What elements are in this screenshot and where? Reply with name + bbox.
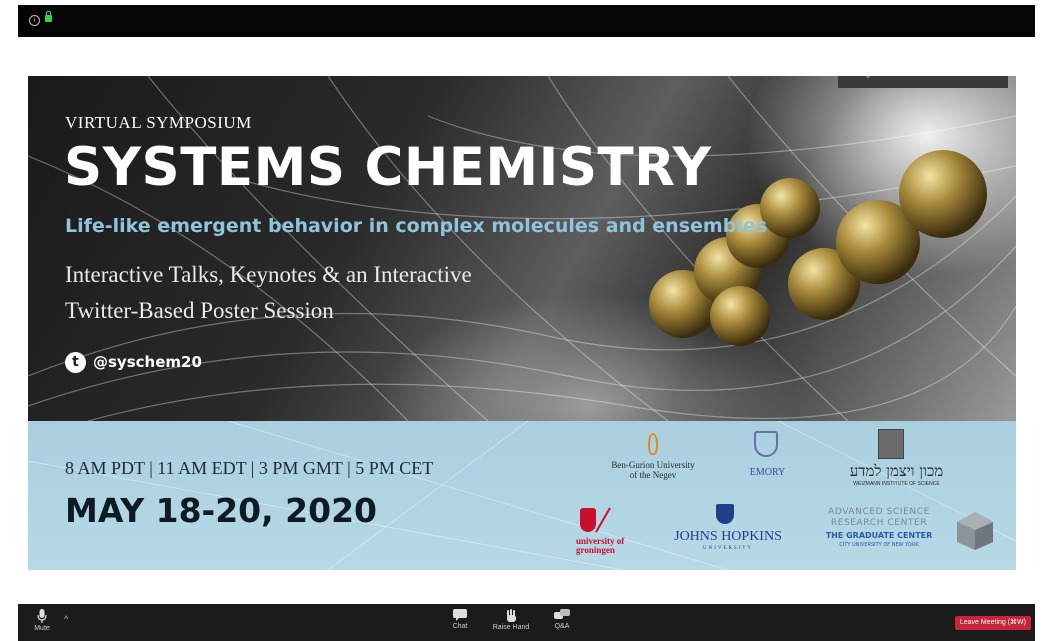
- event-times: 8 AM PDT | 11 AM EDT | 3 PM GMT | 5 PM C…: [65, 458, 434, 478]
- groningen-crest-icon: [580, 508, 596, 532]
- event-dates: MAY 18-20, 2020: [65, 491, 378, 530]
- weizmann-english: WEIZMANN INSTITUTE OF SCIENCE: [853, 481, 940, 487]
- encryption-lock-icon[interactable]: [45, 11, 52, 22]
- bgu-line1: Ben-Gurion University: [611, 460, 695, 470]
- emory-logo: EMORY: [749, 467, 786, 478]
- microphone-icon: [37, 609, 47, 623]
- raise-hand-icon: [507, 609, 516, 622]
- chat-bubble-icon: [453, 609, 467, 621]
- slide-banner: Talking: Jasmine Sabio VIRTUAL SYMPOSIUM…: [28, 76, 1016, 421]
- groningen-logo: university of groningen: [576, 537, 646, 555]
- cuny-label: CITY UNIVERSITY OF NEW YORK: [839, 542, 919, 548]
- slide-title: SYSTEMS CHEMISTRY: [64, 137, 712, 198]
- jhu-logo: JOHNS HOPKINS: [674, 529, 782, 544]
- qa-bubbles-icon: [554, 609, 570, 619]
- slide-subtitle: Life-like emergent behavior in complex m…: [65, 215, 768, 237]
- audio-options-chevron-up-icon[interactable]: ^: [64, 614, 68, 624]
- chat-label: Chat: [452, 623, 468, 630]
- bgu-logo: Ben-Gurion University of the Negev: [603, 460, 703, 480]
- bgu-logo-icon: [648, 433, 658, 455]
- emory-shield-icon: [754, 431, 778, 457]
- slide-eyebrow: VIRTUAL SYMPOSIUM: [65, 113, 252, 132]
- raise-hand-button[interactable]: Raise Hand: [486, 604, 536, 641]
- jhu-subtitle: UNIVERSITY: [703, 546, 753, 551]
- weizmann-logo-icon: [878, 429, 904, 459]
- meeting-top-bar: i: [18, 5, 1035, 37]
- slide-description-line1: Interactive Talks, Keynotes & an Interac…: [65, 262, 472, 287]
- asrc-cube-icon: [957, 512, 993, 550]
- meeting-controls-toolbar: Mute ^ Chat Raise Hand Q&A Leave Meeting…: [18, 604, 1035, 641]
- jhu-shield-icon: [716, 504, 734, 524]
- chat-button[interactable]: Chat: [446, 604, 474, 641]
- twitter-icon: t: [65, 352, 86, 373]
- raise-hand-label: Raise Hand: [492, 624, 530, 631]
- asrc-line2: RESEARCH CENTER: [830, 518, 928, 528]
- leave-meeting-button[interactable]: Leave Meeting (⌘W): [954, 616, 1031, 630]
- twitter-handle: @syschem20: [93, 353, 202, 371]
- groningen-line2: groningen: [576, 545, 615, 555]
- mute-label: Mute: [34, 625, 50, 632]
- mute-button[interactable]: Mute: [28, 604, 56, 641]
- shared-screen-slide: Talking: Jasmine Sabio VIRTUAL SYMPOSIUM…: [28, 76, 1016, 570]
- qa-button[interactable]: Q&A: [548, 604, 576, 641]
- info-icon[interactable]: i: [29, 15, 40, 26]
- graduate-center-label: THE GRADUATE CENTER: [825, 531, 933, 540]
- slide-description-line2: Twitter-Based Poster Session: [65, 298, 334, 323]
- bgu-line2: of the Negev: [629, 470, 677, 480]
- weizmann-hebrew: מכון ויצמן למדע: [849, 462, 944, 480]
- asrc-line1: ADVANCED SCIENCE: [828, 507, 930, 517]
- active-speaker-indicator: Talking: Jasmine Sabio: [838, 76, 1008, 88]
- qa-label: Q&A: [554, 623, 570, 630]
